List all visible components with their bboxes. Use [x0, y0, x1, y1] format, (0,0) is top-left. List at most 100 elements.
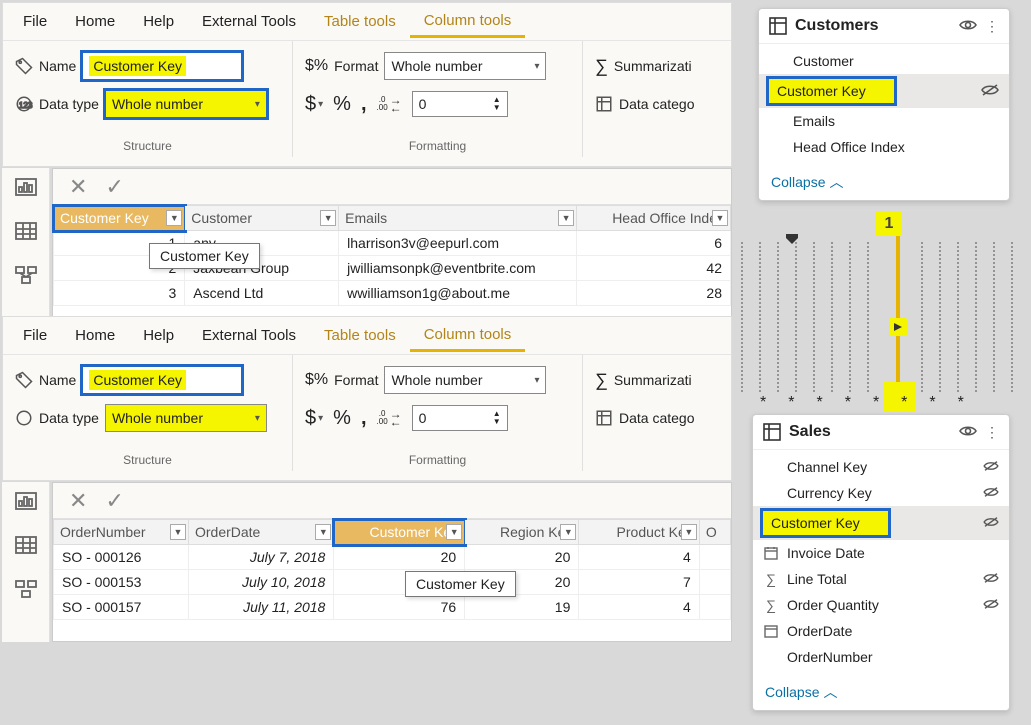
col-customer[interactable]: Customer▼	[185, 206, 339, 231]
column-filter-icon[interactable]: ▼	[681, 524, 697, 540]
comma-button[interactable]: ,	[361, 407, 367, 430]
cancel-button[interactable]: ✕	[63, 174, 93, 200]
data-type-icon	[15, 409, 33, 427]
column-tooltip: Customer Key	[405, 571, 516, 597]
field-emails[interactable]: Emails	[759, 108, 1009, 134]
more-icon[interactable]: ⋮	[985, 18, 999, 35]
hidden-icon[interactable]	[983, 571, 999, 587]
percent-button[interactable]: %	[333, 93, 351, 116]
col-customer-key[interactable]: Customer Key▼	[54, 206, 185, 231]
currency-button[interactable]: $▾	[305, 93, 323, 116]
menu-column-tools[interactable]: Column tools	[410, 6, 526, 38]
collapse-button[interactable]: Collapse︿	[759, 164, 1009, 200]
column-filter-icon[interactable]: ▼	[560, 524, 576, 540]
stepper-icon[interactable]: ▲▼	[493, 410, 501, 426]
col-order-number[interactable]: OrderNumber▼	[54, 520, 189, 545]
menu-external-tools[interactable]: External Tools	[188, 321, 310, 350]
menu-file[interactable]: File	[9, 7, 61, 36]
col-product-key[interactable]: Product Key▼	[579, 520, 699, 545]
relationship-one-badge: 1	[876, 212, 902, 236]
report-view-button[interactable]	[11, 174, 41, 200]
format-select[interactable]: Whole number ▾	[384, 52, 546, 80]
collapse-button[interactable]: Collapse︿	[753, 674, 1009, 710]
field-currency-key[interactable]: Currency Key	[753, 480, 1009, 506]
field-invoice-date[interactable]: Invoice Date	[753, 540, 1009, 566]
data-type-select[interactable]: Whole number ▾	[105, 404, 267, 432]
hidden-icon[interactable]	[983, 485, 999, 501]
menu-help[interactable]: Help	[129, 7, 188, 36]
percent-button[interactable]: %	[333, 407, 351, 430]
hidden-icon[interactable]	[981, 83, 999, 100]
menu-help[interactable]: Help	[129, 321, 188, 350]
group-structure-2: Name Customer Key Data type Whole number…	[3, 355, 293, 471]
commit-button[interactable]: ✓	[99, 488, 129, 514]
hidden-icon[interactable]	[983, 515, 999, 531]
column-filter-icon[interactable]: ▼	[558, 210, 574, 226]
decimals-input[interactable]: 0 ▲▼	[412, 405, 508, 431]
data-view-button[interactable]	[11, 532, 41, 558]
menu-home[interactable]: Home	[61, 7, 129, 36]
col-emails[interactable]: Emails▼	[339, 206, 577, 231]
field-head-office-index[interactable]: Head Office Index	[759, 134, 1009, 160]
column-filter-icon[interactable]: ▼	[446, 524, 462, 540]
name-input[interactable]: Customer Key	[82, 52, 242, 80]
more-icon[interactable]: ⋮	[985, 424, 999, 441]
menu-column-tools[interactable]: Column tools	[410, 320, 526, 352]
name-label: Name	[39, 58, 76, 74]
format-select[interactable]: Whole number ▾	[384, 366, 546, 394]
customers-card: Customers ⋮ Customer Customer Key Emails…	[758, 8, 1010, 201]
column-filter-icon[interactable]: ▼	[166, 210, 182, 226]
commit-button[interactable]: ✓	[99, 174, 129, 200]
stepper-icon[interactable]: ▲▼	[493, 96, 501, 112]
cancel-button[interactable]: ✕	[63, 488, 93, 514]
decimal-icon[interactable]: .0.00 →←	[377, 410, 402, 426]
model-view-button[interactable]	[11, 262, 41, 288]
col-head-office-index[interactable]: Head Office Index▼	[577, 206, 731, 231]
menu-file[interactable]: File	[9, 321, 61, 350]
menu-table-tools[interactable]: Table tools	[310, 321, 410, 350]
report-view-button[interactable]	[11, 488, 41, 514]
svg-text:123: 123	[19, 101, 33, 110]
field-customer[interactable]: Customer	[759, 48, 1009, 74]
name-input[interactable]: Customer Key	[82, 366, 242, 394]
column-filter-icon[interactable]: ▼	[320, 210, 336, 226]
column-filter-icon[interactable]: ▼	[170, 524, 186, 540]
field-line-total[interactable]: ∑ Line Total	[753, 566, 1009, 592]
col-truncated[interactable]: O	[699, 520, 730, 545]
category-icon	[595, 95, 613, 113]
table-row[interactable]: SO - 000157July 11, 201876194	[54, 595, 731, 620]
table-row[interactable]: SO - 000126July 7, 201820204	[54, 545, 731, 570]
chevron-up-icon: ︿	[823, 682, 837, 702]
category-icon	[595, 409, 613, 427]
col-customer-key[interactable]: Customer Key▼	[334, 520, 465, 545]
field-customer-key[interactable]: Customer Key	[759, 74, 1009, 108]
comma-button[interactable]: ,	[361, 93, 367, 116]
field-order-date[interactable]: OrderDate	[753, 618, 1009, 644]
col-order-date[interactable]: OrderDate▼	[188, 520, 333, 545]
decimals-input[interactable]: 0 ▲▼	[412, 91, 508, 117]
field-order-quantity[interactable]: ∑ Order Quantity	[753, 592, 1009, 618]
data-type-select[interactable]: Whole number ▾	[105, 90, 267, 118]
field-order-number[interactable]: OrderNumber	[753, 644, 1009, 670]
column-filter-icon[interactable]: ▼	[712, 210, 728, 226]
menu-external-tools[interactable]: External Tools	[188, 7, 310, 36]
col-region-key[interactable]: Region Key▼	[465, 520, 579, 545]
data-view-button[interactable]	[11, 218, 41, 244]
hidden-icon[interactable]	[983, 459, 999, 475]
visibility-icon[interactable]	[959, 18, 977, 35]
table-row[interactable]: SO - 000153July 10, 201831207	[54, 570, 731, 595]
view-strip-1	[2, 168, 50, 318]
menu-home[interactable]: Home	[61, 321, 129, 350]
currency-button[interactable]: $▾	[305, 407, 323, 430]
model-view-button[interactable]	[11, 576, 41, 602]
chevron-down-icon: ▾	[534, 375, 539, 386]
decimal-icon[interactable]: .0.00 →←	[377, 96, 402, 112]
visibility-icon[interactable]	[959, 424, 977, 441]
column-filter-icon[interactable]: ▼	[315, 524, 331, 540]
field-customer-key[interactable]: Customer Key	[753, 506, 1009, 540]
sigma-icon: ∑	[595, 370, 608, 391]
menu-table-tools[interactable]: Table tools	[310, 7, 410, 36]
hidden-icon[interactable]	[983, 597, 999, 613]
field-channel-key[interactable]: Channel Key	[753, 454, 1009, 480]
table-row[interactable]: 3Ascend Ltdwwilliamson1g@about.me28	[54, 281, 731, 306]
